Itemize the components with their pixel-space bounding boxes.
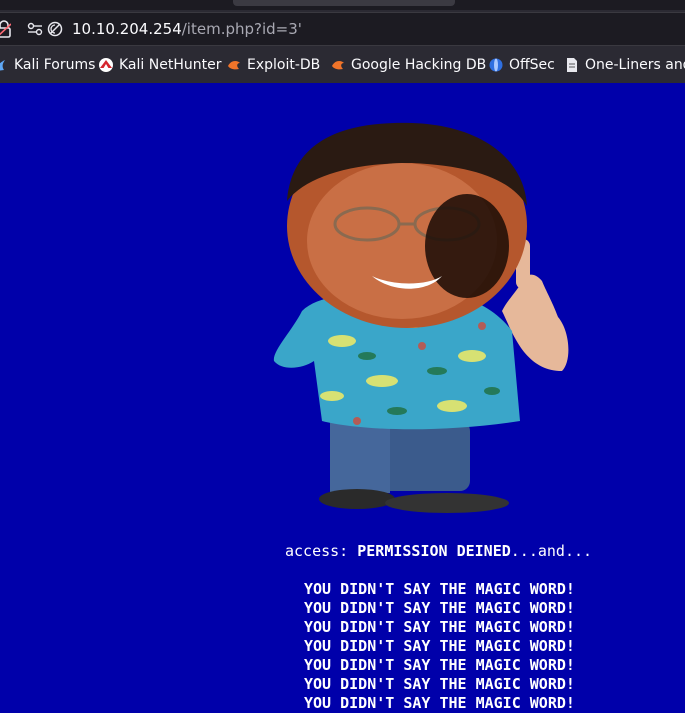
bookmark-label: Kali Forums: [14, 57, 96, 73]
magic-word-line: YOU DIDN'T SAY THE MAGIC WORD!: [304, 675, 575, 693]
offsec-icon: [489, 58, 503, 72]
url-host: 10.10.204.254: [72, 20, 182, 38]
insecure-lock-icon[interactable]: [0, 20, 11, 38]
ghdb-icon: [332, 61, 344, 70]
permissions-icon[interactable]: [27, 22, 43, 36]
magic-word-line: YOU DIDN'T SAY THE MAGIC WORD!: [304, 694, 575, 712]
bookmark-kali-nethunter[interactable]: Kali NetHunter: [98, 56, 221, 74]
bookmark-one-liners[interactable]: One-Liners and: [564, 56, 685, 74]
bookmark-google-hacking-db[interactable]: Google Hacking DB: [330, 56, 486, 74]
bookmark-label: Kali NetHunter: [119, 57, 222, 73]
url-path: /item.php?id=3': [181, 20, 302, 38]
browser-chrome: 10.10.204.254/item.php?id=3' Kali Forums…: [0, 0, 685, 83]
access-suffix: ...and...: [510, 542, 593, 560]
nethunter-icon: [99, 58, 113, 72]
bookmarks-toolbar: Kali Forums Kali NetHunter Exploit-DB Go…: [0, 48, 685, 82]
access-status: PERMISSION DEINED: [357, 542, 511, 560]
magic-word-line: YOU DIDN'T SAY THE MAGIC WORD!: [304, 599, 575, 617]
tracking-protection-icon[interactable]: [47, 21, 63, 37]
magic-word-line: YOU DIDN'T SAY THE MAGIC WORD!: [304, 618, 575, 636]
bookmark-exploit-db[interactable]: Exploit-DB: [226, 56, 320, 74]
url-text[interactable]: 10.10.204.254/item.php?id=3': [72, 20, 302, 38]
bookmark-label: Exploit-DB: [247, 57, 321, 73]
access-message: access: PERMISSION DEINED...and...: [285, 542, 592, 561]
address-bar[interactable]: 10.10.204.254/item.php?id=3': [0, 12, 685, 46]
kali-dragon-icon: [0, 60, 5, 71]
tab-strip: [0, 0, 685, 10]
bookmark-label: Google Hacking DB: [351, 57, 487, 73]
page-content: access: PERMISSION DEINED...and... YOU D…: [0, 83, 685, 712]
access-prefix: access:: [285, 542, 358, 560]
bookmark-offsec[interactable]: OffSec: [488, 56, 555, 74]
magic-word-line: YOU DIDN'T SAY THE MAGIC WORD!: [304, 637, 575, 655]
magic-word-list: YOU DIDN'T SAY THE MAGIC WORD! YOU DIDN'T…: [304, 580, 575, 713]
magic-word-line: YOU DIDN'T SAY THE MAGIC WORD!: [304, 580, 575, 598]
magic-word-line: YOU DIDN'T SAY THE MAGIC WORD!: [304, 656, 575, 674]
bookmark-label: OffSec: [509, 57, 555, 73]
exploit-db-icon: [228, 61, 240, 70]
document-icon: [567, 58, 577, 72]
bookmark-label: One-Liners and: [585, 57, 685, 73]
man-wagging-finger-image: [273, 122, 569, 513]
active-tab-edge[interactable]: [233, 0, 455, 6]
bookmark-kali-forums[interactable]: Kali Forums: [0, 56, 95, 74]
